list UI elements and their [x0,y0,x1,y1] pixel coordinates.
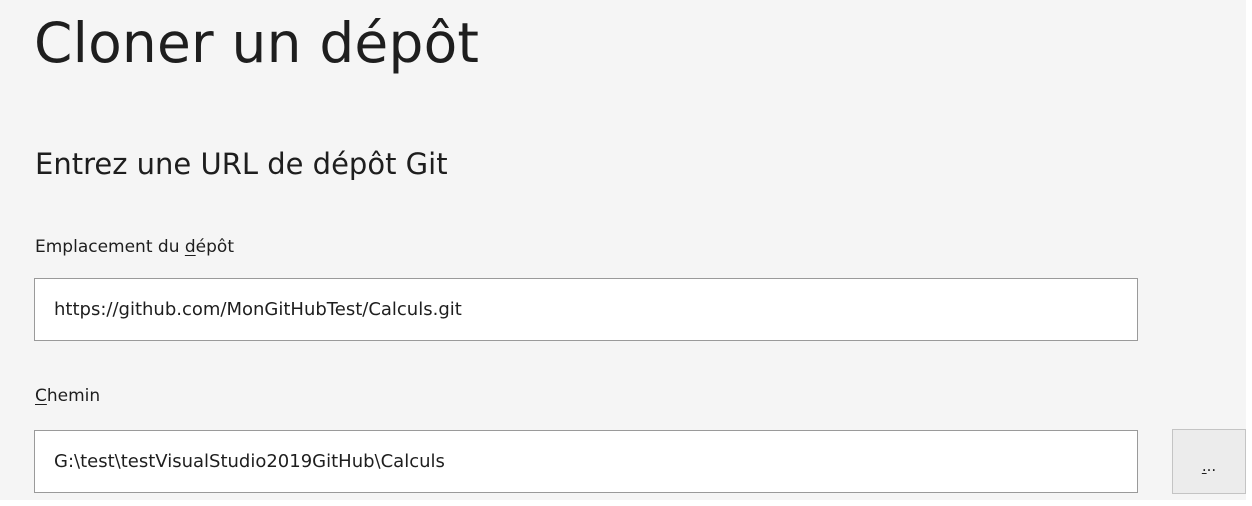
path-label: Chemin [35,388,100,405]
path-label-accesskey: C [35,386,47,406]
repository-url-input[interactable]: https://github.com/MonGitHubTest/Calculs… [34,278,1138,341]
repository-location-label-accesskey: d [184,237,196,257]
section-subtitle: Entrez une URL de dépôt Git [35,147,448,181]
repository-location-label-prefix: Emplacement du [35,237,185,257]
page-title: Cloner un dépôt [34,11,480,75]
path-input[interactable]: G:\test\testVisualStudio2019GitHub\Calcu… [34,430,1138,493]
path-label-suffix: hemin [46,386,101,406]
browse-button[interactable]: ... [1172,429,1246,494]
clone-repository-panel: Cloner un dépôt Entrez une URL de dépôt … [0,0,1246,500]
browse-button-label: .. [1206,457,1217,475]
repository-location-label-suffix: épôt [195,237,234,257]
repository-location-label: Emplacement du dépôt [35,239,234,256]
